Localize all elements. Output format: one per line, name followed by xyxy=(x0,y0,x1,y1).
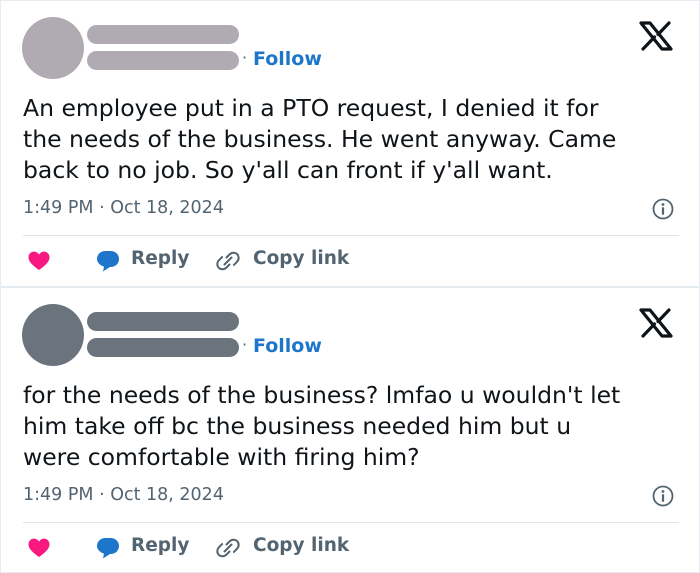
x-logo-icon[interactable] xyxy=(638,21,674,51)
tweet-card: · Follow An employee put in a PTO reques… xyxy=(0,0,700,287)
x-logo-icon[interactable] xyxy=(638,308,674,338)
username-redacted[interactable] xyxy=(87,51,239,70)
timestamp[interactable]: 1:49 PM · Oct 18, 2024 xyxy=(23,198,224,218)
username-redacted[interactable] xyxy=(87,338,239,357)
copy-link-button[interactable]: Copy link xyxy=(253,248,349,269)
follow-button[interactable]: Follow xyxy=(253,48,322,70)
tweet-text: An employee put in a PTO request, I deni… xyxy=(23,94,617,184)
display-name-redacted[interactable] xyxy=(87,25,239,44)
tweet-card: · Follow for the needs of the business? … xyxy=(0,287,700,573)
avatar[interactable] xyxy=(22,17,84,79)
follow-button[interactable]: Follow xyxy=(253,335,322,357)
separator-dot: · xyxy=(242,335,248,354)
action-bar: Reply Copy link xyxy=(1,534,700,562)
divider xyxy=(23,235,679,236)
link-chain-icon[interactable] xyxy=(215,250,241,272)
action-bar: Reply Copy link xyxy=(1,247,700,275)
heart-icon[interactable] xyxy=(28,538,50,558)
info-circle-icon[interactable] xyxy=(652,485,674,507)
timestamp[interactable]: 1:49 PM · Oct 18, 2024 xyxy=(23,485,224,505)
avatar[interactable] xyxy=(22,304,84,366)
copy-link-button[interactable]: Copy link xyxy=(253,535,349,556)
link-chain-icon[interactable] xyxy=(215,537,241,559)
display-name-redacted[interactable] xyxy=(87,312,239,331)
reply-button[interactable]: Reply xyxy=(131,535,189,556)
tweet-text: for the needs of the business? lmfao u w… xyxy=(23,381,621,471)
divider xyxy=(23,522,679,523)
chat-bubble-icon[interactable] xyxy=(96,250,120,272)
chat-bubble-icon[interactable] xyxy=(96,537,120,559)
info-circle-icon[interactable] xyxy=(652,198,674,220)
separator-dot: · xyxy=(242,48,248,67)
reply-button[interactable]: Reply xyxy=(131,248,189,269)
heart-icon[interactable] xyxy=(28,251,50,271)
